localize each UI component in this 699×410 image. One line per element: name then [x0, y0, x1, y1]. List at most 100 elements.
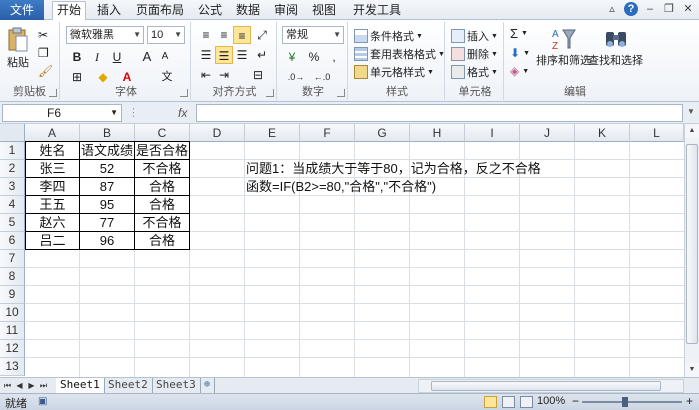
table-cell-pass[interactable]: 合格 [135, 178, 189, 196]
find-select-button[interactable]: 查找和选择 [588, 26, 643, 68]
font-size-select[interactable]: 10 ▼ [147, 26, 185, 44]
increase-indent-button[interactable]: ⇥ [215, 66, 233, 84]
tab-developer[interactable]: 开发工具 [350, 2, 404, 20]
help-icon[interactable]: ? [624, 2, 638, 16]
clear-button[interactable]: ◈ ▼ [510, 64, 529, 78]
wrap-text-button[interactable]: ↵ [253, 46, 271, 64]
align-right-button[interactable]: ☰ [233, 46, 251, 64]
tab-data[interactable]: 数据 [234, 2, 262, 20]
number-format-select[interactable]: 常规 ▼ [282, 26, 344, 44]
formula-input[interactable] [196, 104, 683, 122]
page-break-view-button[interactable] [520, 396, 533, 408]
table-header-pass[interactable]: 是否合格 [135, 142, 189, 160]
conditional-format-button[interactable]: 条件格式 ▼ [354, 28, 423, 44]
cut-button[interactable]: ✂ [38, 28, 48, 42]
note-problem-text[interactable]: 问题1：当成绩大于等于80，记为合格，反之不合格 [246, 160, 541, 178]
column-header[interactable]: E [245, 124, 300, 142]
paste-button[interactable]: 粘贴 [4, 26, 32, 70]
row-header[interactable]: 12 [0, 340, 25, 358]
copy-button[interactable]: ❐ [38, 46, 49, 60]
sheet-tab-2[interactable]: Sheet2 [104, 378, 153, 393]
sheet-tab-1[interactable]: Sheet1 [56, 378, 105, 393]
insert-cells-button[interactable]: 插入 ▼ [451, 28, 498, 44]
delete-cells-button[interactable]: 删除 ▼ [451, 46, 498, 62]
table-cell-name[interactable]: 吕二 [26, 232, 79, 250]
table-cell-pass[interactable]: 不合格 [135, 160, 189, 178]
format-cells-button[interactable]: 格式 ▼ [451, 64, 498, 80]
orientation-button[interactable]: ⤢ [253, 26, 271, 44]
prev-sheet-icon[interactable]: ◀ [14, 379, 25, 392]
zoom-in-icon[interactable]: + [686, 394, 693, 408]
name-box[interactable]: F6 ▼ [2, 104, 122, 122]
merge-center-button[interactable]: ⊟ [249, 66, 267, 84]
row-header[interactable]: 3 [0, 178, 25, 196]
zoom-level[interactable]: 100% [537, 395, 565, 407]
tab-insert[interactable]: 插入 [94, 2, 124, 20]
grow-font-button[interactable]: A [138, 48, 156, 66]
column-header[interactable]: D [190, 124, 245, 142]
row-header[interactable]: 5 [0, 214, 25, 232]
alignment-launcher-icon[interactable] [266, 89, 274, 97]
column-header[interactable]: C [135, 124, 190, 142]
insert-function-button[interactable]: fx [178, 106, 187, 120]
table-cell-pass[interactable]: 不合格 [135, 214, 189, 232]
sort-filter-button[interactable]: A Z 排序和筛选 [536, 26, 591, 68]
bold-button[interactable]: B [68, 48, 86, 66]
tab-review[interactable]: 审阅 [272, 2, 300, 20]
note-formula-text[interactable]: 函数=IF(B2>=80,"合格","不合格") [246, 178, 436, 196]
table-cell-name[interactable]: 张三 [26, 160, 79, 178]
zoom-slider[interactable] [582, 401, 682, 403]
italic-button[interactable]: I [88, 48, 106, 66]
row-header[interactable]: 10 [0, 304, 25, 322]
select-all-corner[interactable] [0, 124, 25, 142]
column-header[interactable]: L [630, 124, 684, 142]
autosum-button[interactable]: Σ ▼ [510, 26, 528, 41]
ribbon-minimize-icon[interactable]: ▵ [605, 2, 619, 16]
table-cell-pass[interactable]: 合格 [135, 196, 189, 214]
vertical-scrollbar[interactable]: ▲ ▼ [684, 124, 699, 377]
page-layout-view-button[interactable] [502, 396, 515, 408]
worksheet-grid[interactable]: A B C D E F G H I J K L 1 2 3 4 5 6 7 8 … [0, 124, 684, 377]
align-center-button[interactable]: ☰ [215, 46, 233, 64]
table-cell-name[interactable]: 李四 [26, 178, 79, 196]
new-sheet-icon[interactable]: ⊕ [200, 378, 216, 393]
percent-button[interactable]: % [305, 48, 323, 66]
scroll-up-icon[interactable]: ▲ [685, 124, 699, 138]
column-header[interactable]: J [520, 124, 575, 142]
row-header[interactable]: 1 [0, 142, 25, 160]
scroll-down-icon[interactable]: ▼ [685, 363, 699, 377]
font-launcher-icon[interactable] [180, 89, 188, 97]
align-top-button[interactable]: ≡ [197, 26, 215, 44]
vertical-scroll-thumb[interactable] [686, 144, 698, 344]
close-icon[interactable]: ✕ [681, 2, 695, 16]
table-cell-score[interactable]: 52 [80, 160, 134, 178]
table-cell-pass[interactable]: 合格 [135, 232, 189, 250]
normal-view-button[interactable] [484, 396, 497, 408]
comma-button[interactable]: , [325, 48, 343, 66]
shrink-font-button[interactable]: A [156, 48, 174, 66]
decrease-indent-button[interactable]: ⇤ [197, 66, 215, 84]
table-header-name[interactable]: 姓名 [26, 142, 79, 160]
currency-button[interactable]: ¥ [283, 48, 301, 66]
format-as-table-button[interactable]: 套用表格格式 ▼ [354, 46, 445, 62]
table-header-score[interactable]: 语文成绩 [80, 142, 134, 160]
table-cell-name[interactable]: 王五 [26, 196, 79, 214]
table-cell-score[interactable]: 77 [80, 214, 134, 232]
row-header[interactable]: 4 [0, 196, 25, 214]
row-header[interactable]: 13 [0, 358, 25, 376]
first-sheet-icon[interactable]: ⏮ [2, 379, 13, 392]
minimize-icon[interactable]: – [643, 2, 657, 16]
column-header[interactable]: A [25, 124, 80, 142]
expand-formula-icon[interactable]: ▼ [687, 107, 695, 116]
column-header[interactable]: I [465, 124, 520, 142]
column-header[interactable]: G [355, 124, 410, 142]
table-cell-score[interactable]: 87 [80, 178, 134, 196]
zoom-slider-knob[interactable] [622, 397, 628, 407]
row-header[interactable]: 2 [0, 160, 25, 178]
tab-file[interactable]: 文件 [0, 0, 44, 20]
clipboard-launcher-icon[interactable] [49, 89, 57, 97]
number-launcher-icon[interactable] [337, 89, 345, 97]
align-middle-button[interactable]: ≡ [215, 26, 233, 44]
underline-button[interactable]: U [108, 48, 126, 66]
macro-record-icon[interactable]: ▣ [38, 396, 47, 407]
